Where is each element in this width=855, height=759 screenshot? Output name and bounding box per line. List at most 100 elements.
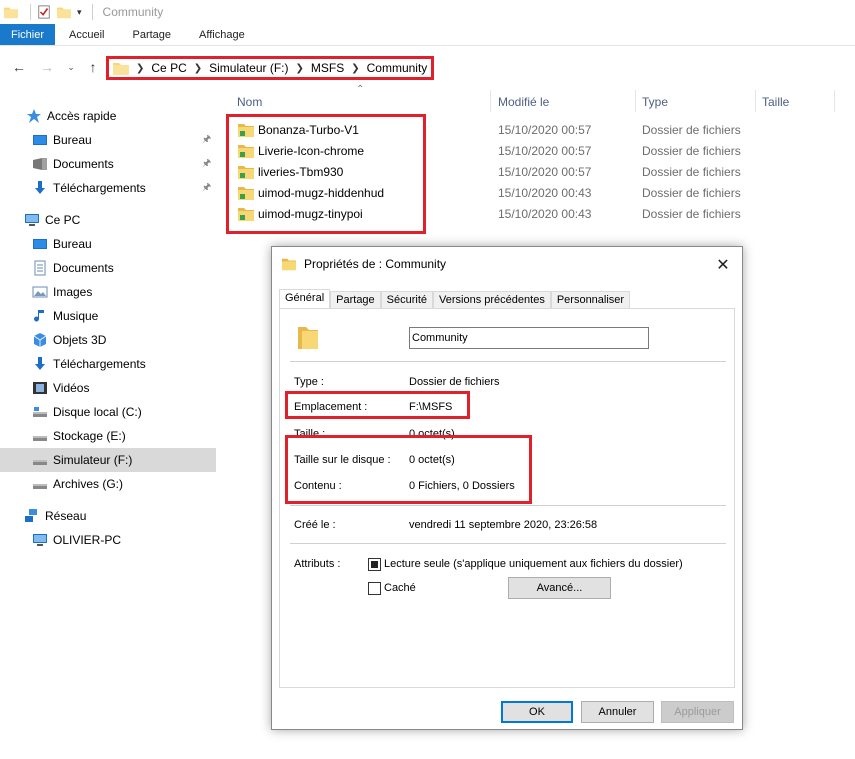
close-icon[interactable]: ✕ (714, 255, 732, 275)
contents-value: 0 Fichiers, 0 Dossiers (409, 480, 515, 492)
sidebar-item-telechargements[interactable]: Téléchargements (0, 352, 216, 376)
customize-quick-access-icon[interactable]: ▾ (77, 7, 82, 18)
drive-icon (33, 484, 47, 489)
sidebar-item-simulateur-f[interactable]: Simulateur (F:) (0, 448, 216, 472)
pin-icon[interactable]: 🖈 (202, 132, 211, 149)
properties-icon[interactable] (37, 5, 51, 19)
sidebar-item-label: Téléchargements (53, 357, 146, 371)
breadcrumb-simulateur[interactable]: Simulateur (F:) (209, 61, 288, 75)
sidebar-item-archives-g[interactable]: Archives (G:) (0, 472, 216, 496)
column-divider[interactable] (834, 90, 835, 112)
contents-label: Contenu : (294, 480, 342, 492)
folder-icon (238, 166, 254, 179)
sidebar-item-documents[interactable]: Documents (0, 256, 216, 280)
chevron-right-icon[interactable]: ❯ (295, 63, 303, 74)
cancel-button[interactable]: Annuler (581, 701, 654, 723)
sidebar-item-musique[interactable]: Musique (0, 304, 216, 328)
folder-icon (282, 258, 296, 271)
sidebar-item-documents-pinned[interactable]: Documents 🖈 (0, 152, 216, 176)
sidebar-item-objets-3d[interactable]: Objets 3D (0, 328, 216, 352)
network-icon (25, 509, 37, 522)
disk-size-label: Taille sur le disque : (294, 454, 391, 466)
sidebar-item-label: Ce PC (45, 213, 81, 227)
ok-button[interactable]: OK (501, 701, 573, 723)
sidebar-item-olivier-pc[interactable]: OLIVIER-PC (0, 528, 216, 552)
hidden-label: Caché (384, 582, 416, 594)
readonly-checkbox[interactable] (368, 558, 381, 571)
tab-accueil[interactable]: Accueil (55, 24, 118, 45)
sidebar-item-label: Accès rapide (47, 109, 117, 123)
table-row[interactable]: uimod-mugz-hiddenhud 15/10/2020 00:43 Do… (232, 183, 772, 204)
file-date: 15/10/2020 00:43 (498, 186, 592, 200)
file-type: Dossier de fichiers (642, 207, 741, 221)
up-arrow-icon[interactable]: ↑ (84, 58, 102, 76)
column-divider[interactable] (755, 90, 756, 112)
objects3d-icon (33, 333, 47, 347)
type-value: Dossier de fichiers (409, 376, 500, 388)
file-name: uimod-mugz-hiddenhud (258, 186, 385, 200)
breadcrumb-msfs[interactable]: MSFS (311, 61, 344, 75)
sidebar-item-disque-local-c[interactable]: Disque local (C:) (0, 400, 216, 424)
sidebar-item-reseau[interactable]: Réseau (0, 504, 216, 528)
drive-icon (33, 436, 47, 441)
computer-icon (25, 214, 39, 226)
table-row[interactable]: Liverie-Icon-chrome 15/10/2020 00:57 Dos… (232, 141, 772, 162)
tab-fichier[interactable]: Fichier (0, 24, 56, 45)
column-divider[interactable] (635, 90, 636, 112)
chevron-right-icon[interactable]: ❯ (194, 63, 202, 74)
hidden-checkbox[interactable] (368, 582, 381, 595)
tab-partage[interactable]: Partage (330, 291, 381, 309)
table-row[interactable]: uimod-mugz-tinypoi 15/10/2020 00:43 Doss… (232, 204, 772, 225)
forward-arrow-icon[interactable]: → (38, 58, 56, 76)
column-header-modifie-le[interactable]: Modifié le (498, 90, 549, 114)
breadcrumb-ce-pc[interactable]: Ce PC (151, 61, 186, 75)
drive-icon (33, 407, 47, 417)
table-row[interactable]: Bonanza-Turbo-V1 15/10/2020 00:57 Dossie… (232, 120, 772, 141)
tab-affichage[interactable]: Affichage (185, 24, 259, 45)
sidebar-item-bureau-pinned[interactable]: Bureau 🖈 (0, 128, 216, 152)
breadcrumb-community[interactable]: Community (367, 61, 428, 75)
apply-button[interactable]: Appliquer (661, 701, 734, 723)
documents-icon (34, 260, 46, 276)
column-header-type[interactable]: Type (642, 90, 668, 114)
sidebar-item-label: Simulateur (F:) (53, 453, 133, 467)
table-row[interactable]: liveries-Tbm930 15/10/2020 00:57 Dossier… (232, 162, 772, 183)
tab-versions-precedentes[interactable]: Versions précédentes (433, 291, 551, 309)
drive-icon (33, 460, 47, 465)
chevron-right-icon[interactable]: ❯ (136, 63, 144, 74)
sidebar-item-stockage-e[interactable]: Stockage (E:) (0, 424, 216, 448)
address-bar[interactable]: ❯ Ce PC ❯ Simulateur (F:) ❯ MSFS ❯ Commu… (106, 56, 434, 80)
advanced-button[interactable]: Avancé... (508, 577, 611, 599)
chevron-right-icon[interactable]: ❯ (351, 63, 359, 74)
download-icon (35, 357, 45, 370)
new-folder-icon[interactable] (57, 5, 71, 19)
tab-general[interactable]: Général (279, 289, 331, 309)
readonly-label: Lecture seule (s'applique uniquement aux… (384, 558, 683, 570)
sidebar-item-bureau[interactable]: Bureau (0, 232, 216, 256)
pin-icon[interactable]: 🖈 (202, 156, 211, 173)
sidebar-item-label: Téléchargements (53, 181, 146, 195)
sidebar-item-telechargements-pinned[interactable]: Téléchargements 🖈 (0, 176, 216, 200)
tab-securite[interactable]: Sécurité (380, 291, 434, 309)
recent-locations-chevron-icon[interactable]: ⌄ (62, 58, 80, 76)
desktop-icon (33, 239, 47, 249)
sort-ascending-icon: ⌃ (356, 84, 365, 95)
folder-icon (4, 7, 18, 19)
back-arrow-icon[interactable]: ← (10, 58, 28, 76)
sidebar-item-acces-rapide[interactable]: Accès rapide (0, 104, 216, 128)
column-divider[interactable] (490, 90, 491, 112)
pin-icon[interactable]: 🖈 (202, 180, 211, 197)
dialog-title-bar[interactable]: Propriétés de : Community (272, 247, 742, 281)
sidebar-item-ce-pc[interactable]: Ce PC (0, 208, 216, 232)
sidebar-item-label: Réseau (45, 509, 87, 523)
sidebar-item-images[interactable]: Images (0, 280, 216, 304)
folder-name-input[interactable] (409, 327, 649, 349)
tab-partage[interactable]: Partage (118, 24, 185, 45)
general-tab-panel: Type : Dossier de fichiers Emplacement :… (279, 308, 735, 688)
tab-personnaliser[interactable]: Personnaliser (550, 291, 631, 309)
column-header-taille[interactable]: Taille (762, 90, 789, 114)
column-header-nom[interactable]: Nom (237, 90, 262, 114)
sidebar-item-videos[interactable]: Vidéos (0, 376, 216, 400)
divider (290, 543, 726, 544)
ribbon-tabs: Fichier Accueil Partage Affichage (0, 24, 855, 46)
